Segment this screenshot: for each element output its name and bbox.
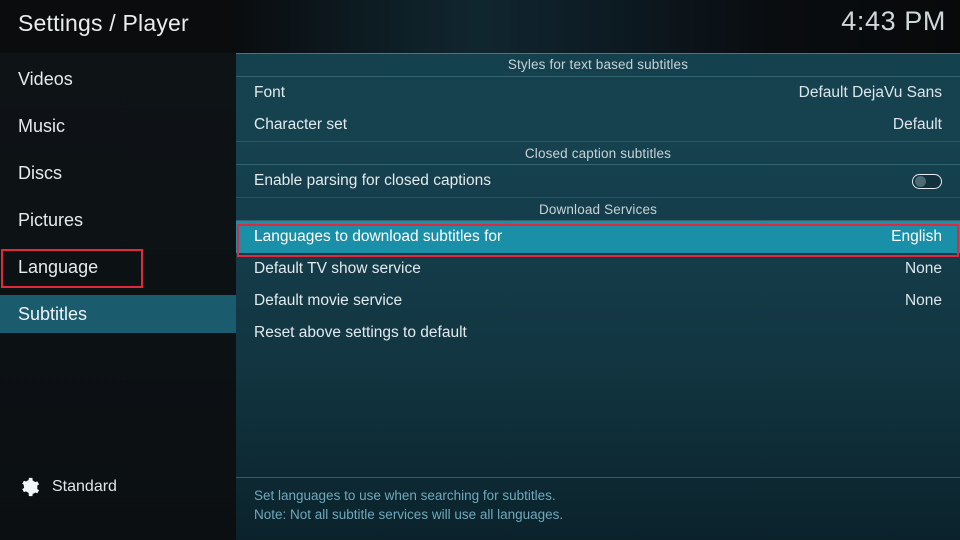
sidebar-item-language[interactable]: Language — [0, 248, 236, 286]
setting-value: None — [904, 260, 942, 277]
sidebar-item-videos[interactable]: Videos — [0, 60, 236, 98]
sidebar-item-pictures[interactable]: Pictures — [0, 201, 236, 239]
section-heading: Download Services — [236, 197, 960, 221]
help-line: Note: Not all subtitle services will use… — [254, 507, 564, 522]
help-line: Set languages to use when searching for … — [254, 488, 556, 503]
toggle-knob — [914, 176, 926, 187]
section-heading: Styles for text based subtitles — [236, 53, 960, 77]
breadcrumb-title: Settings / Player — [18, 10, 189, 36]
setting-row[interactable]: Font Default DejaVu Sans — [236, 77, 960, 109]
sidebar-item-label: Music — [18, 116, 66, 136]
setting-label: Enable parsing for closed captions — [254, 172, 491, 189]
setting-label: Reset above settings to default — [254, 324, 467, 341]
toggle-switch[interactable] — [912, 173, 942, 189]
setting-row[interactable]: Character set Default — [236, 109, 960, 141]
category-sidebar: Videos Music Discs Pictures Language Subtitle… — [0, 53, 236, 540]
setting-row[interactable]: Default movie service None — [236, 285, 960, 317]
gear-icon — [18, 476, 40, 498]
settings-panel: Styles for text based subtitles Font Defau… — [236, 53, 960, 540]
kodi-settings-screen: Settings / Player 4:43 PM Videos Music Dis… — [0, 0, 960, 540]
section-heading: Closed caption subtitles — [236, 141, 960, 165]
sidebar-item-subtitles[interactable]: Subtitles — [0, 295, 236, 333]
settings-list: Styles for text based subtitles Font Defau… — [236, 53, 960, 349]
setting-row[interactable]: Reset above settings to default — [236, 317, 960, 349]
sidebar-list: Videos Music Discs Pictures Language Subtitle… — [0, 53, 236, 333]
sidebar-item-discs[interactable]: Discs — [0, 154, 236, 192]
setting-value: Default DejaVu Sans — [798, 84, 942, 101]
setting-label: Default TV show service — [254, 260, 421, 277]
setting-row[interactable]: Languages to download subtitles for Engli… — [236, 221, 960, 253]
sidebar-item-music[interactable]: Music — [0, 107, 236, 145]
sidebar-item-label: Videos — [18, 69, 73, 89]
setting-value: English — [891, 228, 942, 245]
clock: 4:43 PM — [841, 6, 946, 36]
sidebar-item-label: Subtitles — [18, 304, 88, 324]
profile-indicator[interactable]: Standard — [18, 476, 117, 498]
window-header: Settings / Player 4:43 PM — [0, 0, 960, 53]
setting-row[interactable]: Default TV show service None — [236, 253, 960, 285]
sidebar-item-label: Language — [18, 257, 99, 277]
setting-value: None — [904, 292, 942, 309]
sidebar-item-label: Discs — [18, 163, 62, 183]
sidebar-item-label: Pictures — [18, 210, 84, 230]
setting-label: Font — [254, 84, 286, 101]
setting-label: Character set — [254, 116, 348, 133]
setting-value: Default — [892, 116, 942, 133]
setting-row[interactable]: Enable parsing for closed captions — [236, 165, 960, 197]
help-text-box: Set languages to use when searching for … — [236, 477, 960, 540]
profile-label: Standard — [52, 478, 117, 495]
setting-label: Languages to download subtitles for — [254, 228, 503, 245]
setting-label: Default movie service — [254, 292, 403, 309]
